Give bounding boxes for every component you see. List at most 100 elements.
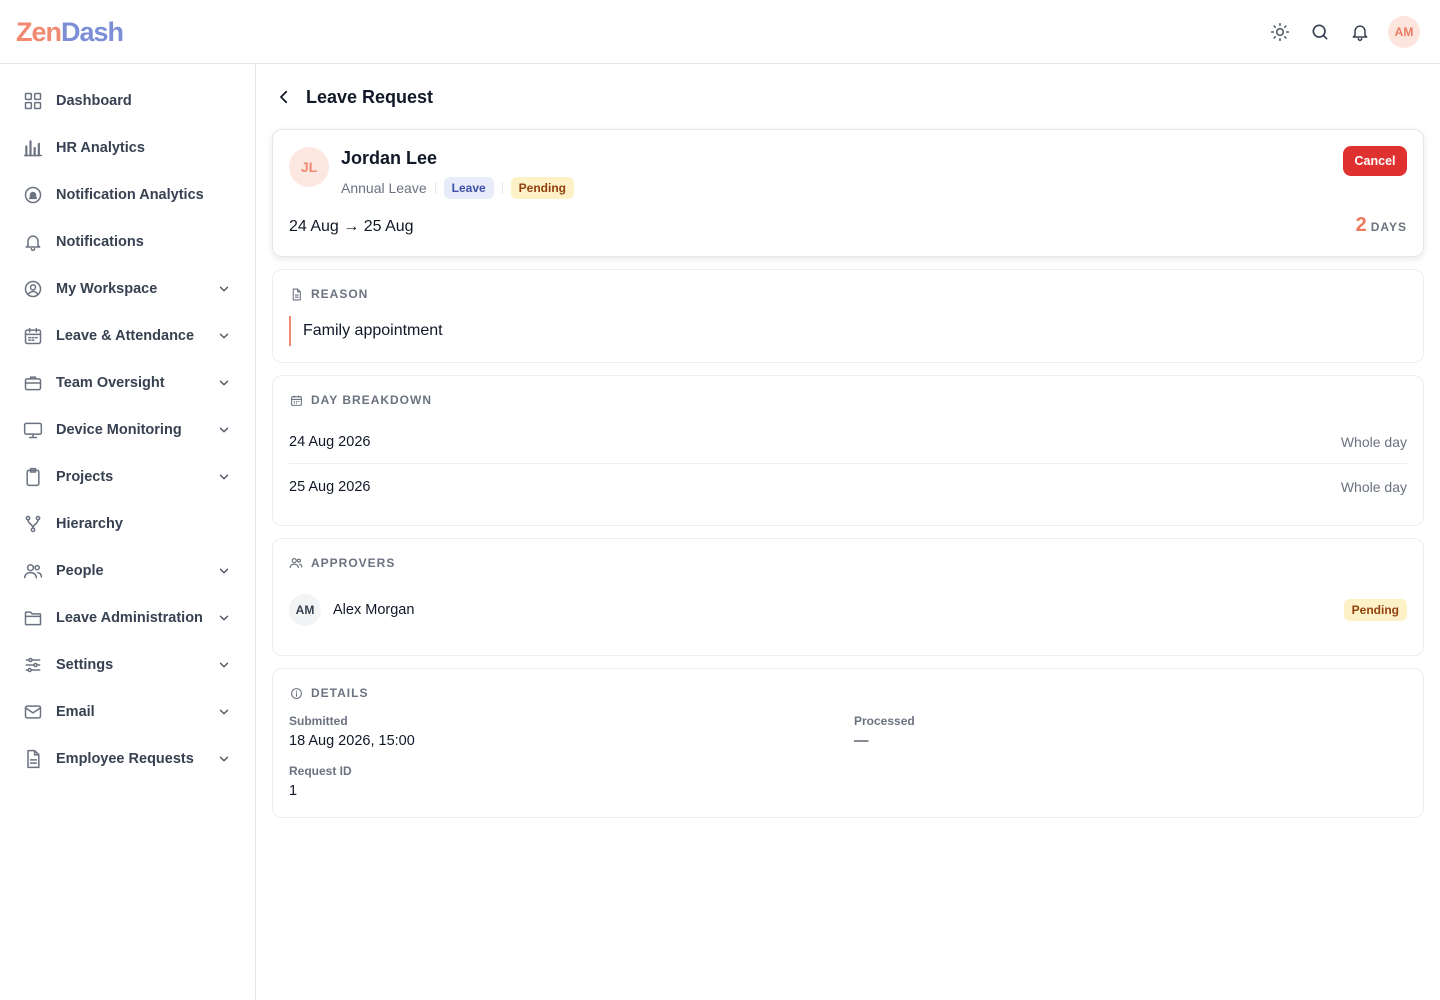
reason-header: REASON	[289, 286, 368, 302]
sidebar-item-dashboard[interactable]: Dashboard	[16, 81, 240, 121]
page-title: Leave Request	[306, 86, 434, 107]
approver-status-badge: Pending	[1343, 599, 1407, 621]
chevron-left-icon	[280, 90, 288, 104]
request-id-value: 1	[289, 783, 298, 799]
employee-name: Jordan Lee	[341, 148, 438, 168]
document-icon	[289, 287, 303, 301]
sidebar-item-label: Notification Analytics	[56, 187, 204, 203]
sidebar-item-hierarchy[interactable]: Hierarchy	[16, 504, 240, 544]
divider	[434, 182, 436, 194]
app-logo[interactable]: ZenDash	[16, 16, 124, 48]
details-heading: DETAILS	[311, 686, 369, 700]
chevron-down-icon[interactable]	[216, 469, 232, 485]
clipboard-icon	[22, 466, 44, 488]
document-icon	[22, 748, 44, 770]
day-breakdown-card: DAY BREAKDOWN 24 Aug 2026 Whole day 25 A…	[272, 375, 1424, 526]
sidebar-item-label: My Workspace	[56, 281, 158, 297]
breakdown-date: 25 Aug 2026	[289, 479, 371, 495]
request-meta: Annual Leave Leave Pending	[341, 176, 575, 200]
user-circle-icon	[22, 278, 44, 300]
mail-icon	[22, 701, 44, 723]
sidebar-item-leave-and-attendance[interactable]: Leave & Attendance	[16, 316, 240, 356]
sidebar-item-label: People	[56, 563, 104, 579]
approver-avatar: AM	[289, 594, 321, 626]
people-icon	[22, 560, 44, 582]
sidebar: Dashboard HR Analytics Notification Analyt…	[0, 64, 256, 1000]
chevron-down-icon[interactable]	[216, 610, 232, 626]
top-actions: AM	[1268, 16, 1420, 48]
cancel-button[interactable]: Cancel	[1343, 146, 1407, 176]
sidebar-item-settings[interactable]: Settings	[16, 645, 240, 685]
approvers-card: APPROVERS AM Alex Morgan Pending	[272, 538, 1424, 656]
reason-text: Family appointment	[289, 316, 443, 346]
approver-name: Alex Morgan	[333, 602, 415, 618]
sidebar-item-team-oversight[interactable]: Team Oversight	[16, 363, 240, 403]
people-icon	[289, 556, 303, 570]
date-range: 24 Aug → 25 Aug	[289, 218, 414, 235]
sidebar-item-employee-requests[interactable]: Employee Requests	[16, 739, 240, 779]
bar-chart-icon	[22, 137, 44, 159]
page-header: Leave Request	[274, 84, 433, 110]
breakdown-row: 24 Aug 2026 Whole day	[289, 420, 1407, 464]
calendar-icon	[22, 325, 44, 347]
sidebar-item-notifications[interactable]: Notifications	[16, 222, 240, 262]
reason-heading: REASON	[311, 287, 369, 301]
breakdown-date: 24 Aug 2026	[289, 433, 371, 450]
breakdown-kind: Whole day	[1340, 433, 1407, 450]
request-summary-card: JL Jordan Lee Annual Leave Leave Pending…	[272, 129, 1424, 257]
sidebar-item-people[interactable]: People	[16, 551, 240, 591]
category-badge: Leave	[443, 177, 494, 199]
sidebar-item-my-workspace[interactable]: My Workspace	[16, 269, 240, 309]
days-unit: DAYS	[1370, 220, 1407, 234]
request-id-label: Request ID	[289, 764, 352, 778]
submitted-label: Submitted	[289, 714, 348, 728]
sidebar-item-hr-analytics[interactable]: HR Analytics	[16, 128, 240, 168]
approvers-heading: APPROVERS	[311, 556, 396, 570]
status-badge: Pending	[510, 177, 575, 199]
back-button[interactable]	[274, 87, 294, 107]
sidebar-item-device-monitoring[interactable]: Device Monitoring	[16, 410, 240, 450]
sidebar-item-label: Employee Requests	[56, 751, 194, 767]
bell-icon[interactable]	[1348, 20, 1372, 44]
approvers-header: APPROVERS	[289, 555, 395, 571]
sidebar-item-notification-analytics[interactable]: Notification Analytics	[16, 175, 240, 215]
chevron-down-icon[interactable]	[216, 657, 232, 673]
chevron-down-icon[interactable]	[216, 375, 232, 391]
sun-icon[interactable]	[1268, 20, 1292, 44]
chevron-down-icon[interactable]	[216, 422, 232, 438]
leave-type: Annual Leave	[341, 180, 427, 196]
briefcase-icon	[22, 372, 44, 394]
chevron-down-icon[interactable]	[216, 563, 232, 579]
details-card: DETAILS Submitted 18 Aug 2026, 15:00 Pro…	[272, 668, 1424, 818]
logo-part-2: Dash	[61, 17, 124, 47]
user-avatar[interactable]: AM	[1388, 16, 1420, 48]
details-header: DETAILS	[289, 685, 368, 701]
reason-card: REASON Family appointment	[272, 269, 1424, 363]
breakdown-header: DAY BREAKDOWN	[289, 392, 432, 408]
grid-icon	[22, 90, 44, 112]
chevron-down-icon[interactable]	[216, 281, 232, 297]
divider	[501, 182, 503, 194]
sidebar-item-label: Team Oversight	[56, 375, 165, 391]
breakdown-heading: DAY BREAKDOWN	[311, 393, 433, 407]
sidebar-item-projects[interactable]: Projects	[16, 457, 240, 497]
submitted-value: 18 Aug 2026, 15:00	[289, 733, 415, 749]
breakdown-row: 25 Aug 2026 Whole day	[289, 465, 1407, 509]
chevron-down-icon[interactable]	[216, 328, 232, 344]
sidebar-item-email[interactable]: Email	[16, 692, 240, 732]
days-number: 2	[1355, 214, 1367, 236]
sidebar-item-label: Email	[56, 704, 95, 720]
sidebar-item-label: Leave & Attendance	[56, 328, 195, 344]
sidebar-item-label: Notifications	[56, 234, 144, 250]
search-icon[interactable]	[1308, 20, 1332, 44]
chevron-down-icon[interactable]	[216, 704, 232, 720]
sidebar-item-leave-administration[interactable]: Leave Administration	[16, 598, 240, 638]
top-bar: ZenDash AM	[0, 0, 1440, 64]
hierarchy-icon	[22, 513, 44, 535]
bell-circle-icon	[22, 184, 44, 206]
chevron-down-icon[interactable]	[216, 751, 232, 767]
bell-icon	[22, 231, 44, 253]
processed-value: —	[854, 733, 869, 749]
sidebar-item-label: Settings	[56, 657, 114, 673]
folder-icon	[22, 607, 44, 629]
